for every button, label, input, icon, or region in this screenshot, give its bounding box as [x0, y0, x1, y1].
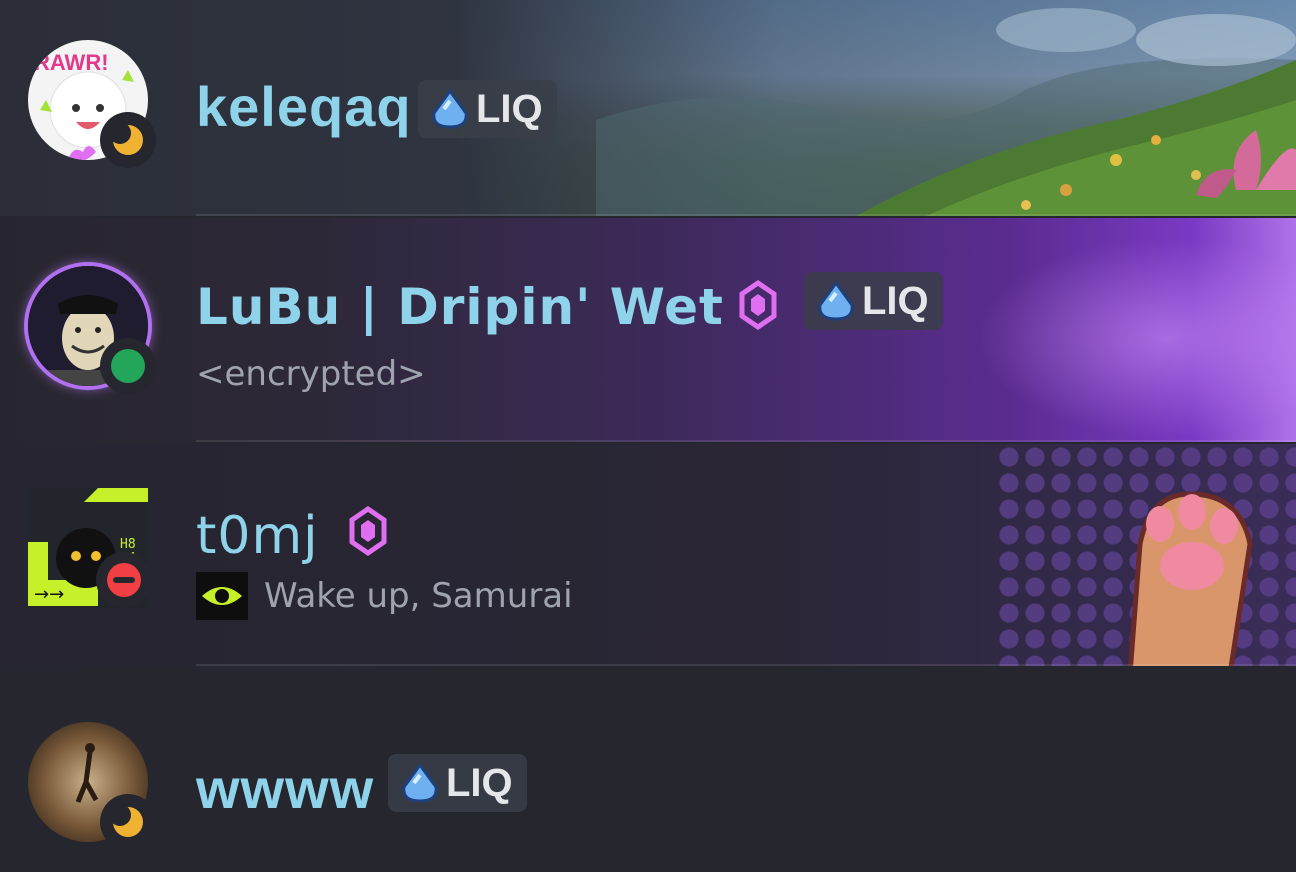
- avatar-text-label: RAWR!: [34, 50, 109, 75]
- guild-tag-label: LIQ: [862, 278, 929, 323]
- avatar-t0mj[interactable]: →→ H8 S4: [28, 488, 154, 614]
- droplet-icon: [402, 762, 438, 803]
- svg-text:→→: →→: [34, 584, 64, 605]
- member-name: t0mj: [196, 506, 319, 566]
- eye-icon: [196, 572, 248, 620]
- dnd-icon: [107, 563, 141, 597]
- row-divider: [196, 440, 1296, 442]
- custom-status: <encrypted>: [196, 354, 426, 394]
- row-background: [0, 668, 1296, 872]
- avatar-wwww[interactable]: [28, 722, 156, 850]
- avatar-keleqaq[interactable]: RAWR!: [28, 40, 156, 168]
- member-row-keleqaq[interactable]: RAWR! keleqaq LIQ: [0, 0, 1296, 216]
- droplet-icon: [432, 88, 468, 129]
- server-booster-icon[interactable]: [738, 280, 778, 330]
- idle-moon-icon: [109, 804, 143, 837]
- status-dnd: [96, 552, 152, 608]
- cat-paw-art: [1128, 491, 1253, 666]
- member-name: LuBu | Dripin' Wet: [196, 278, 724, 336]
- status-idle: [100, 794, 156, 850]
- landscape-art: [596, 8, 1296, 216]
- guild-tag-label: LIQ: [476, 86, 543, 131]
- avatar-lubu[interactable]: [28, 266, 156, 394]
- status-online: [100, 338, 156, 394]
- status-idle: [100, 112, 156, 168]
- row-divider: [196, 214, 1296, 216]
- server-booster-icon[interactable]: [348, 506, 388, 556]
- row-divider: [196, 664, 1296, 666]
- member-row-t0mj[interactable]: →→ H8 S4 t0mj Wake u: [0, 444, 1296, 666]
- member-row-wwww[interactable]: wwww LIQ: [0, 668, 1296, 872]
- guild-tag[interactable]: LIQ: [418, 80, 557, 138]
- banner-glow: [976, 238, 1296, 438]
- member-name: wwww: [196, 757, 375, 820]
- avatar-text-label: H8: [120, 537, 136, 552]
- idle-moon-icon: [109, 122, 143, 155]
- guild-tag[interactable]: LIQ: [388, 754, 527, 812]
- member-name: keleqaq: [196, 75, 412, 138]
- member-list: RAWR! keleqaq LIQ LuBu | Dripin' Wet LIQ…: [0, 0, 1296, 872]
- member-row-lubu[interactable]: LuBu | Dripin' Wet LIQ <encrypted>: [0, 218, 1296, 442]
- custom-status: Wake up, Samurai: [264, 576, 573, 616]
- guild-tag[interactable]: LIQ: [804, 272, 943, 330]
- guild-tag-label: LIQ: [446, 760, 513, 805]
- droplet-icon: [818, 280, 854, 321]
- online-dot-icon: [111, 349, 145, 383]
